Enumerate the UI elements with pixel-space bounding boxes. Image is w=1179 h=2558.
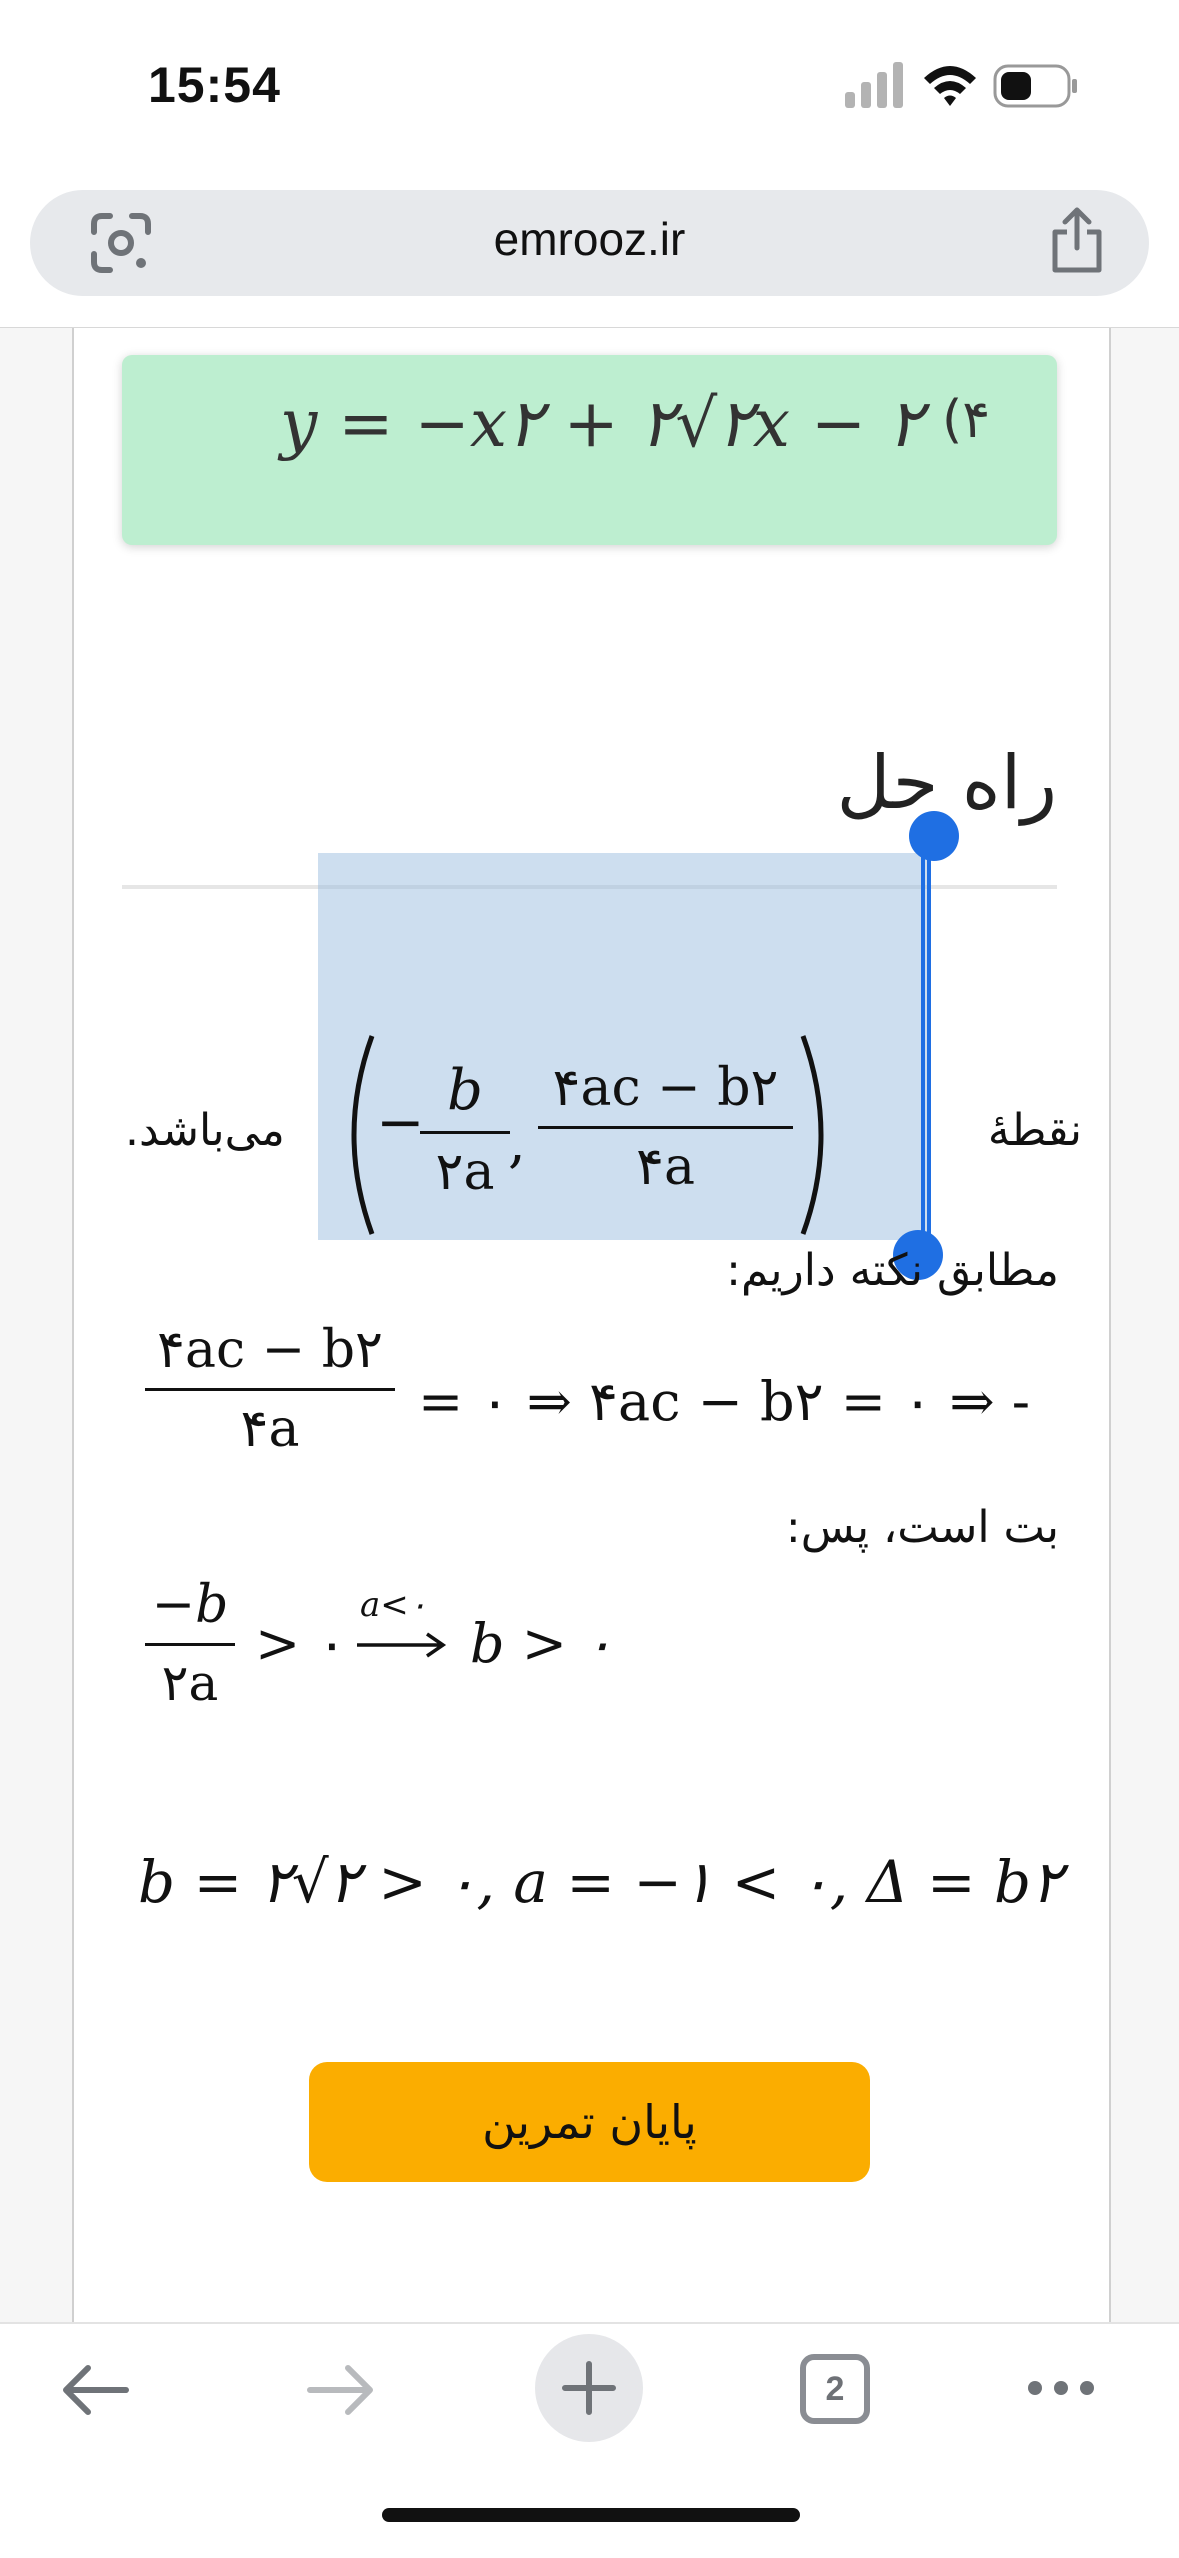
fraction-bar: [145, 1643, 235, 1646]
cellular-signal-icon: [845, 62, 903, 108]
eq3: b = ۲√۲ > ۰, a = −۱ < ۰, Δ = b۲: [138, 1848, 1063, 1916]
eq1-den: ۴a: [240, 1399, 300, 1459]
selection-handle-start[interactable]: [909, 811, 959, 861]
fraction-bar: [145, 1388, 395, 1391]
implies-arrow: [357, 1632, 447, 1658]
vertex-num-1: b: [447, 1058, 483, 1123]
eq1-fraction: ۴ac − b۲ ۴a: [145, 1320, 395, 1459]
address-bar[interactable]: emrooz.ir: [30, 190, 1149, 296]
url-text[interactable]: emrooz.ir: [30, 212, 1149, 266]
eq2-end: b > ۰: [470, 1612, 614, 1675]
tabs-count-icon[interactable]: 2: [800, 2354, 870, 2424]
forward-arrow-icon[interactable]: [306, 2362, 376, 2418]
back-arrow-icon[interactable]: [60, 2362, 130, 2418]
more-menu-icon[interactable]: [1025, 2378, 1097, 2398]
eq2-den: ۲a: [161, 1654, 219, 1712]
eq2-over-label: a<۰: [360, 1585, 428, 1625]
eq1-rest: = ۰ ⇒ ۴ac − b۲ = ۰ ⇒ -: [418, 1370, 1030, 1433]
vertex-num-2: ۴ac − b۲: [552, 1058, 779, 1118]
vertex-text-end: می‌باشد.: [125, 1105, 285, 1156]
option-4-formula: y = −x۲ + ۲√۲x − ۲: [280, 385, 923, 462]
right-paren: [800, 1035, 824, 1235]
new-tab-plus-icon: [562, 2361, 616, 2415]
selection-handle-bar[interactable]: [921, 835, 931, 1255]
vertex-text-start: نقطهٔ: [987, 1105, 1082, 1156]
left-paren: [351, 1035, 375, 1235]
battery-icon: [993, 64, 1077, 108]
text-line-sabet: بت است، پس:: [785, 1502, 1059, 1553]
share-icon[interactable]: [1047, 204, 1107, 276]
status-time: 15:54: [148, 57, 281, 113]
finish-exercise-button[interactable]: پایان تمرین: [309, 2062, 870, 2182]
home-indicator: [382, 2508, 800, 2522]
fraction-bar: [538, 1126, 793, 1129]
eq2-fraction: −b ۲a: [145, 1575, 235, 1712]
new-tab-button[interactable]: [535, 2334, 643, 2442]
eq1-num: ۴ac − b۲: [157, 1320, 383, 1380]
fraction-bar: [420, 1131, 510, 1134]
text-line-motabegh: مطابق نکته داریم:: [726, 1245, 1059, 1296]
eq2-rest: > ۰: [255, 1612, 347, 1675]
option-4-number: (۴: [942, 390, 991, 450]
solution-heading: راه حل: [836, 740, 1057, 826]
status-bar: 15:54: [0, 0, 1179, 170]
wifi-icon: [924, 66, 976, 106]
eq2-num: −b: [151, 1575, 229, 1635]
vertex-fraction-2: ۴ac − b۲ ۴a: [538, 1058, 793, 1197]
vertex-den-2: ۴a: [636, 1137, 695, 1197]
vertex-den-1: ۲a: [435, 1142, 495, 1202]
minus-sign: −: [376, 1088, 425, 1156]
vertex-fraction-1: b ۲a: [420, 1058, 510, 1202]
comma: ,: [508, 1110, 526, 1175]
